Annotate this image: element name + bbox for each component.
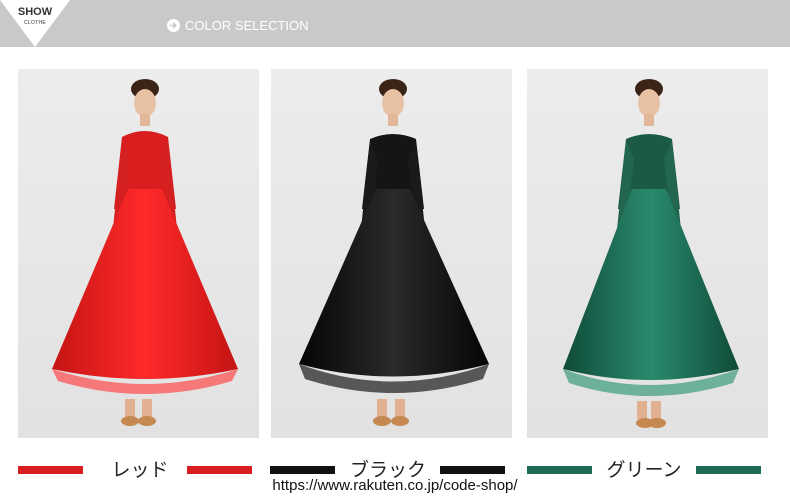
- arrow-right-circle-icon: [167, 18, 180, 32]
- dress-photo-black[interactable]: [271, 69, 512, 438]
- color-label-black[interactable]: ブラック: [343, 455, 433, 481]
- color-bar-red-right: [187, 466, 252, 474]
- color-bar-green-left: [527, 466, 592, 474]
- header-bar: [0, 0, 790, 47]
- color-label-red[interactable]: レッド: [100, 455, 180, 481]
- color-label-green[interactable]: グリーン: [600, 455, 688, 481]
- dress-photo-red[interactable]: [18, 69, 259, 438]
- color-bar-green-right: [696, 466, 761, 474]
- dress-photo-green[interactable]: [527, 69, 768, 438]
- color-bar-black-right: [440, 466, 505, 474]
- section-heading: COLOR SELECTION: [167, 17, 309, 33]
- section-title: COLOR SELECTION: [185, 17, 309, 33]
- badge-subtitle: CLOTHE: [23, 20, 47, 26]
- shop-url-link[interactable]: https://www.rakuten.co.jp/code-shop/: [0, 477, 790, 494]
- dress-illustration-green: [563, 79, 739, 428]
- color-bar-black-left: [270, 466, 335, 474]
- dress-illustration-black: [299, 79, 489, 426]
- badge-title: SHOW: [17, 6, 53, 18]
- dress-illustration-red: [52, 79, 238, 426]
- color-bar-red-left: [18, 466, 83, 474]
